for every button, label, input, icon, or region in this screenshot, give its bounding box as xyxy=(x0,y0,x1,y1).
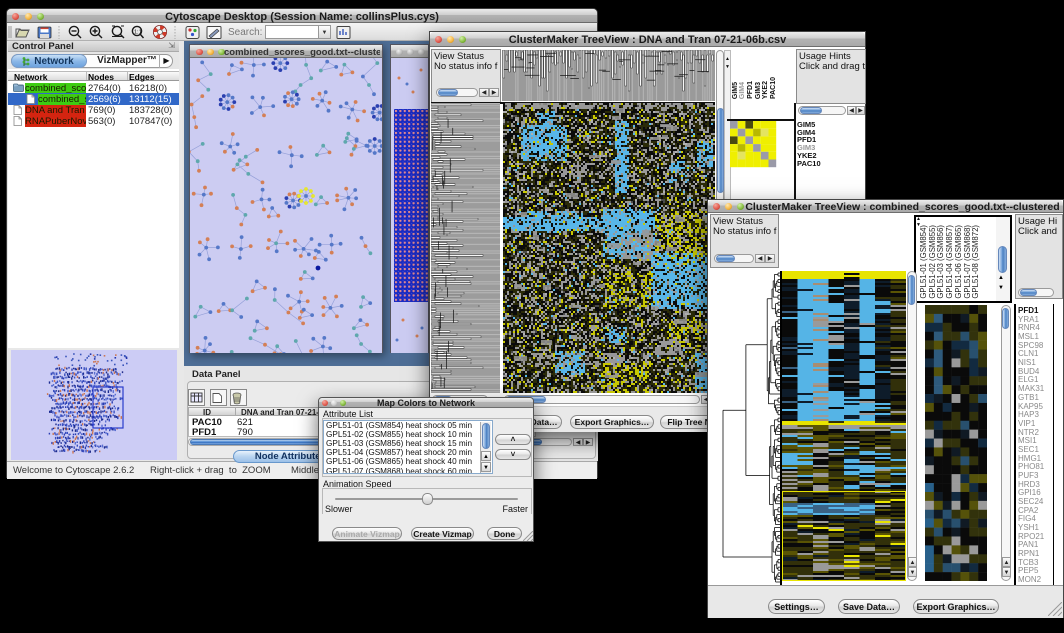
svg-text:1:1: 1:1 xyxy=(134,30,142,36)
